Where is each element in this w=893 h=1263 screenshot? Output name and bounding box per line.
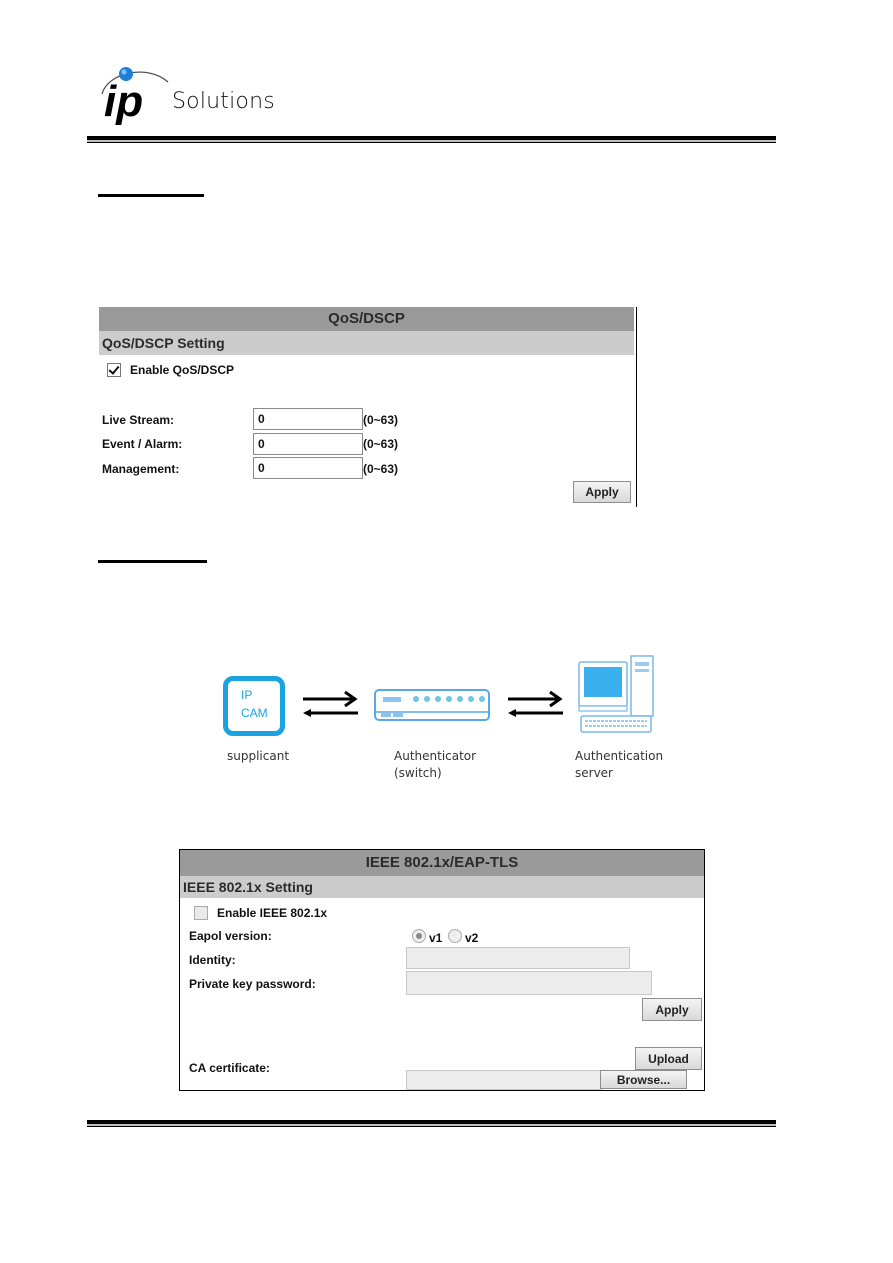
ieee-8021x-panel: IEEE 802.1x/EAP-TLS IEEE 802.1x Setting … <box>179 849 705 1091</box>
enable-qos-label: Enable QoS/DSCP <box>130 363 235 377</box>
event-alarm-range: (0~63) <box>363 437 399 451</box>
live-stream-range: (0~63) <box>363 413 399 427</box>
qos-apply-button[interactable]: Apply <box>573 481 631 503</box>
ieee-8021x-diagram: IP CAM supplicant Authenticator (switch)… <box>215 650 685 790</box>
footer-rule <box>87 1120 776 1127</box>
qos-panel-title: QoS/DSCP <box>99 307 634 331</box>
eapol-v2-label: v2 <box>465 931 479 945</box>
ip-cam-label-2: CAM <box>241 706 268 720</box>
ieee-apply-button[interactable]: Apply <box>642 998 702 1021</box>
qos-panel-border <box>636 307 637 507</box>
ca-certificate-label: CA certificate: <box>189 1061 270 1075</box>
enable-qos-checkbox[interactable] <box>107 363 121 377</box>
authenticator-caption: Authenticator <box>394 749 477 763</box>
enable-qos-row[interactable]: Enable QoS/DSCP <box>107 363 234 377</box>
svg-text:ip: ip <box>104 77 143 126</box>
brand-text: Solutions <box>172 89 275 114</box>
authenticator-caption-sub: (switch) <box>394 766 442 780</box>
ieee-section-header: IEEE 802.1x Setting <box>180 876 704 898</box>
qos-dscp-panel: QoS/DSCP QoS/DSCP Setting Enable QoS/DSC… <box>99 307 634 507</box>
header-rule <box>87 136 776 143</box>
ip-cam-icon: IP CAM <box>223 676 285 736</box>
bidirectional-arrows-icon-2 <box>508 690 563 717</box>
eapol-v1-radio[interactable] <box>412 929 426 943</box>
server-caption-sub: server <box>575 766 613 780</box>
section-heading-underline <box>98 194 204 197</box>
bidirectional-arrows-icon <box>303 690 358 717</box>
supplicant-caption: supplicant <box>227 749 290 763</box>
browse-button[interactable]: Browse... <box>600 1070 687 1089</box>
enable-ieee-row[interactable]: Enable IEEE 802.1x <box>194 906 327 920</box>
ca-file-path-input[interactable] <box>406 1070 602 1090</box>
eapol-version-label: Eapol version: <box>189 929 272 943</box>
ip-cam-label-1: IP <box>241 688 253 702</box>
identity-label: Identity: <box>189 953 236 967</box>
live-stream-label: Live Stream: <box>102 413 175 427</box>
event-alarm-input[interactable] <box>253 433 363 455</box>
enable-ieee-label: Enable IEEE 802.1x <box>217 906 328 920</box>
ieee-panel-title: IEEE 802.1x/EAP-TLS <box>180 850 704 876</box>
private-key-password-input[interactable] <box>406 971 652 995</box>
event-alarm-label: Event / Alarm: <box>102 437 183 451</box>
private-key-password-label: Private key password: <box>189 977 316 991</box>
authentication-server-computer-icon <box>578 655 654 733</box>
management-range: (0~63) <box>363 462 399 476</box>
enable-ieee-checkbox[interactable] <box>194 906 208 920</box>
qos-section-header: QoS/DSCP Setting <box>99 331 634 355</box>
live-stream-input[interactable] <box>253 408 363 430</box>
upload-button[interactable]: Upload <box>635 1047 702 1070</box>
section-heading-underline-2 <box>98 560 207 563</box>
identity-input[interactable] <box>406 947 630 969</box>
eapol-v1-label: v1 <box>429 931 443 945</box>
management-input[interactable] <box>253 457 363 479</box>
management-label: Management: <box>102 462 180 476</box>
eapol-v2-radio[interactable] <box>448 929 462 943</box>
network-switch-icon <box>374 689 490 721</box>
server-caption: Authentication <box>575 749 664 763</box>
